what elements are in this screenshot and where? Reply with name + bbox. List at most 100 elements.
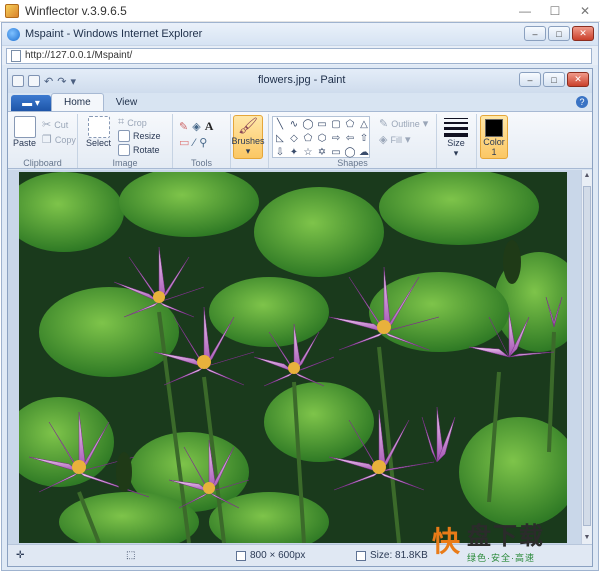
image-group-label: Image [112,158,138,168]
quick-access-toolbar: ↶ ↷ ▾ [12,75,76,88]
rectangle-shape-icon[interactable]: ▭ [315,117,329,131]
scroll-up-icon[interactable]: ▲ [583,172,591,182]
redo-icon[interactable]: ↷ [57,75,66,88]
paint-app-icon [12,75,24,87]
tab-view[interactable]: View [104,93,150,111]
color-number: 1 [491,147,497,157]
help-icon[interactable]: ? [576,96,588,108]
paint-close-button[interactable]: ✕ [567,72,589,87]
rounded-rectangle-shape-icon[interactable]: ▢ [329,117,343,131]
file-menu-button[interactable]: ▬ ▾ [11,95,51,111]
select-button[interactable]: Select [86,116,111,148]
paste-button[interactable]: Paste [13,116,36,148]
ie-close-button[interactable]: ✕ [572,26,594,41]
tools-group: ✎ ◈ A ▭ ⁄ ⚲ Tools [173,114,231,168]
line-shape-icon[interactable]: ╲ [273,117,287,131]
size-label: Size [447,138,465,148]
oval-shape-icon[interactable]: ◯ [301,117,315,131]
shapes-group-label: Shapes [337,158,368,168]
callout-shape-icon[interactable]: ▭ [329,145,343,159]
ie-title-bar: Mspaint - Windows Internet Explorer – □ … [2,23,598,45]
paint-title: flowers.jpg - Paint [258,74,346,86]
polygon-shape-icon[interactable]: ⬠ [343,117,357,131]
right-arrow-shape-icon[interactable]: ⇨ [329,131,343,145]
winflector-title: Winflector v.3.9.6.5 [25,3,127,18]
up-arrow-shape-icon[interactable]: ⇧ [357,131,371,145]
fill-button[interactable]: ◈ Fill ▾ [379,133,411,146]
rotate-button[interactable]: Rotate [118,144,160,156]
page-icon [11,49,21,62]
paint-minimize-button[interactable]: – [519,72,541,87]
right-triangle-shape-icon[interactable]: ◺ [273,131,287,145]
hexagon-shape-icon[interactable]: ⬡ [315,131,329,145]
pencil-icon[interactable]: ✎ [179,120,188,133]
oval-callout-shape-icon[interactable]: ◯ [343,145,357,159]
six-point-star-shape-icon[interactable]: ✡ [315,145,329,159]
ie-minimize-button[interactable]: – [524,26,546,41]
address-field[interactable]: http://127.0.0.1/Mspaint/ [6,47,592,64]
triangle-shape-icon[interactable]: △ [357,117,371,131]
text-icon[interactable]: A [205,119,214,134]
rotate-label: Rotate [133,145,160,155]
crop-button[interactable]: ⌗ Crop [118,116,147,129]
color-group: Color 1 [477,114,517,168]
size-button[interactable]: Size ▾ [444,116,468,159]
brushes-button[interactable]: 🖌 Brushes ▾ [231,115,265,159]
magnifier-icon[interactable]: ⚲ [199,136,207,149]
file-size-icon [356,550,366,561]
save-icon[interactable] [28,75,40,87]
shapes-group: ╲ ∿ ◯ ▭ ▢ ⬠ △ ◺ ◇ ⬠ ⬡ ⇨ ⇦ ⇧ ⇩ ✦ ☆ ✡ ▭ ◯ … [269,114,437,168]
color1-button[interactable]: Color 1 [480,115,508,159]
brushes-group: 🖌 Brushes ▾ [231,114,269,168]
resize-icon [118,130,130,142]
fill-label: Fill [390,134,402,145]
ie-maximize-button[interactable]: □ [548,26,570,41]
curve-shape-icon[interactable]: ∿ [287,117,301,131]
cut-button[interactable]: ✂ Cut [42,118,68,131]
left-arrow-shape-icon[interactable]: ⇦ [343,131,357,145]
fill-bucket-icon[interactable]: ◈ [192,120,200,133]
watermark-brand: 盘下载 [467,523,545,550]
shapes-gallery[interactable]: ╲ ∿ ◯ ▭ ▢ ⬠ △ ◺ ◇ ⬠ ⬡ ⇨ ⇦ ⇧ ⇩ ✦ ☆ ✡ ▭ ◯ … [272,116,370,158]
scissors-icon: ✂ [42,119,52,131]
close-button[interactable]: ✕ [570,0,600,22]
vertical-scrollbar[interactable]: ▲ ▼ [581,170,592,546]
watermark-logo: 快 [431,526,460,557]
image-group: Select ⌗ Crop Resize Rotate Image [78,114,173,168]
minimize-button[interactable]: — [510,0,540,22]
copy-label: Copy [54,134,76,145]
maximize-button[interactable]: ☐ [540,0,570,22]
outline-icon: ✎ [379,118,389,130]
outline-button[interactable]: ✎ Outline ▾ [379,117,428,130]
rotate-icon [118,144,130,156]
undo-icon[interactable]: ↶ [44,75,53,88]
paste-label: Paste [13,138,37,148]
ribbon: Paste ✂ Cut ❐ Copy Clipboard Select ⌗ Cr… [8,111,592,169]
copy-button[interactable]: ❐ Copy [42,133,76,146]
tab-home[interactable]: Home [51,93,104,111]
selection-size-icon: ⬚ [126,550,136,561]
chevron-down-icon: ▾ [245,146,251,156]
down-arrow-shape-icon[interactable]: ⇩ [273,145,287,159]
paste-icon [13,116,36,138]
color1-swatch [485,119,503,137]
diamond-shape-icon[interactable]: ◇ [287,131,301,145]
four-point-star-shape-icon[interactable]: ✦ [287,145,301,159]
resize-button[interactable]: Resize [118,130,161,142]
ie-logo-icon [7,27,20,41]
crop-icon: ⌗ [118,116,125,128]
scrollbar-thumb[interactable] [583,186,591,526]
five-point-star-shape-icon[interactable]: ☆ [301,145,315,159]
pentagon-shape-icon[interactable]: ⬠ [301,131,315,145]
copy-icon: ❐ [42,134,52,146]
eraser-icon[interactable]: ▭ [179,136,189,149]
cloud-callout-shape-icon[interactable]: ☁ [357,145,371,159]
file-size: Size: 81.8KB [370,550,428,561]
paint-maximize-button[interactable]: □ [543,72,565,87]
address-bar: http://127.0.0.1/Mspaint/ [2,45,598,65]
canvas-image[interactable] [19,172,567,543]
customize-qat-icon[interactable]: ▾ [70,75,76,88]
color-picker-icon[interactable]: ⁄ [193,137,195,149]
canvas-area: ▲ ▼ [8,170,592,546]
select-label: Select [86,138,112,148]
